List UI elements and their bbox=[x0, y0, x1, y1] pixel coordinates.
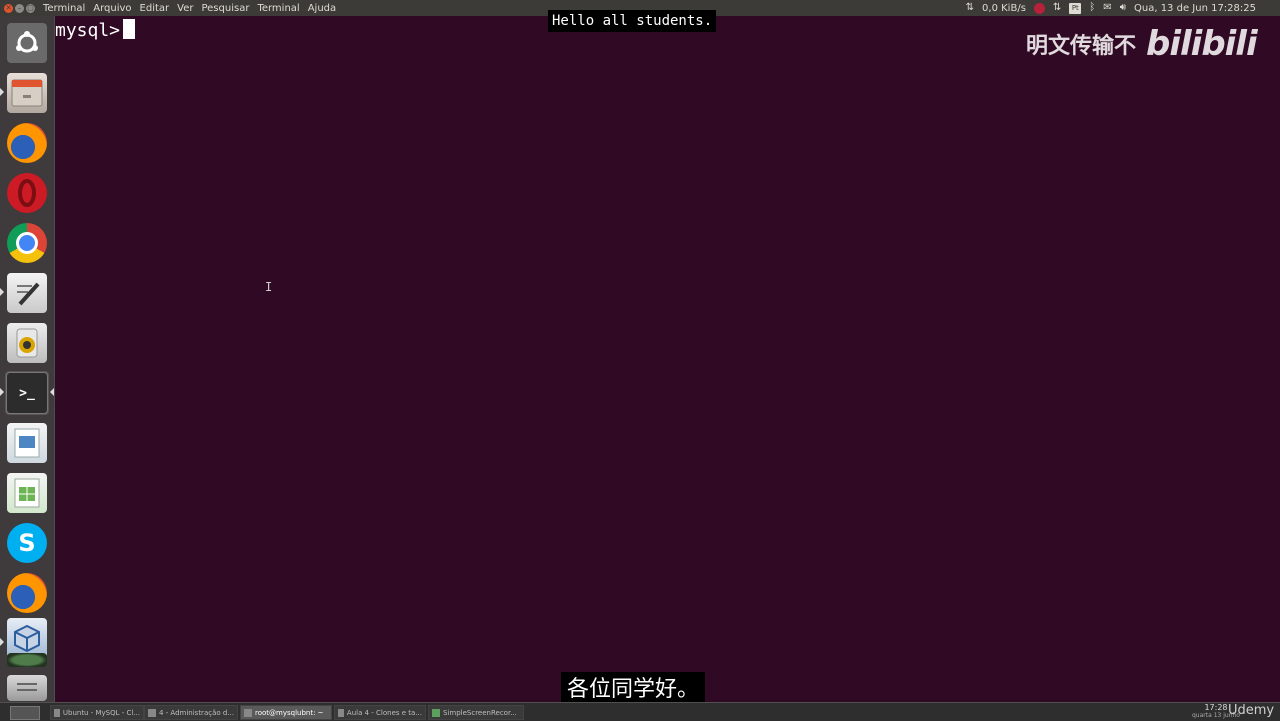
minimize-window-button[interactable]: – bbox=[15, 3, 24, 13]
rhythmbox-icon bbox=[7, 323, 47, 363]
launcher-calc[interactable] bbox=[5, 471, 49, 515]
record-icon[interactable] bbox=[1033, 2, 1045, 14]
firefox-icon bbox=[7, 573, 47, 613]
taskbar-window-label: Aula 4 - Clones e ta... bbox=[346, 708, 422, 717]
chrome-icon bbox=[7, 223, 47, 263]
taskbar-window-1[interactable]: Ubuntu - MySQL - Cl... bbox=[50, 705, 144, 720]
english-subtitle: Hello all students. bbox=[548, 10, 717, 32]
menu-arquivo[interactable]: Arquivo bbox=[93, 3, 131, 14]
taskbar-clock-time: 17:28 bbox=[1204, 703, 1228, 712]
window-icon bbox=[54, 708, 60, 717]
taskbar-window-label: Ubuntu - MySQL - Cl... bbox=[62, 708, 140, 717]
launcher-chrome[interactable] bbox=[5, 221, 49, 265]
running-indicator bbox=[0, 288, 4, 296]
net-speed[interactable]: 0,0 KiB/s bbox=[982, 3, 1026, 14]
network-icon[interactable]: ⇅ bbox=[1053, 0, 1061, 16]
bilibili-logo: bilibili bbox=[1146, 24, 1258, 64]
system-indicators: ⇅ 0,0 KiB/s ⇅ Pt ᛒ ✉ 🔊︎ Qua, 13 de Jun 1… bbox=[966, 0, 1256, 16]
running-indicator bbox=[0, 638, 4, 646]
launcher-terminal[interactable]: >_ bbox=[5, 371, 49, 415]
bilibili-watermark: 明文传输不 bilibili bbox=[1026, 24, 1258, 64]
menu-terminal[interactable]: Terminal bbox=[257, 3, 299, 14]
menu-ver[interactable]: Ver bbox=[177, 3, 193, 14]
window-icon bbox=[244, 708, 252, 717]
terminal-prompt[interactable]: mysql> bbox=[55, 19, 136, 42]
launcher-text-editor[interactable] bbox=[5, 271, 49, 315]
taskbar-window-4[interactable]: Aula 4 - Clones e ta... bbox=[334, 705, 426, 720]
launcher: >_ S bbox=[0, 16, 55, 704]
impress-icon bbox=[7, 423, 47, 463]
active-indicator bbox=[50, 388, 54, 396]
running-indicator bbox=[0, 388, 4, 396]
menu-ajuda[interactable]: Ajuda bbox=[308, 3, 336, 14]
launcher-opera[interactable] bbox=[5, 171, 49, 215]
show-desktop-button[interactable] bbox=[10, 706, 40, 720]
taskbar-window-5[interactable]: SimpleScreenRecor... bbox=[428, 705, 524, 720]
opera-icon bbox=[7, 173, 47, 213]
window-controls: ✕ – □ bbox=[0, 3, 35, 13]
text-editor-icon bbox=[7, 273, 47, 313]
menu-editar[interactable]: Editar bbox=[140, 3, 170, 14]
launcher-files[interactable] bbox=[5, 71, 49, 115]
workspace-icon bbox=[7, 653, 47, 667]
menu-terminal-app[interactable]: Terminal bbox=[43, 3, 85, 14]
firefox-icon bbox=[7, 123, 47, 163]
text-cursor bbox=[123, 19, 136, 39]
launcher-trash[interactable] bbox=[5, 674, 49, 702]
launcher-impress[interactable] bbox=[5, 421, 49, 465]
running-indicator bbox=[0, 88, 4, 96]
terminal-icon: >_ bbox=[6, 372, 48, 414]
mouse-ibeam-cursor-icon: I bbox=[265, 280, 273, 294]
launcher-rhythmbox[interactable] bbox=[5, 321, 49, 365]
files-icon bbox=[7, 73, 47, 113]
launcher-workspace-switcher[interactable] bbox=[5, 650, 49, 670]
menu-bar: Terminal Arquivo Editar Ver Pesquisar Te… bbox=[43, 3, 336, 14]
taskbar-window-label: SimpleScreenRecor... bbox=[443, 708, 517, 717]
launcher-skype[interactable]: S bbox=[5, 521, 49, 565]
taskbar-window-label: root@mysqlubnt: ~ bbox=[255, 708, 324, 717]
udemy-logo: Udemy bbox=[1228, 703, 1275, 718]
launcher-firefox-2[interactable] bbox=[5, 571, 49, 615]
maximize-window-button[interactable]: □ bbox=[26, 3, 35, 13]
window-icon bbox=[148, 708, 156, 717]
windows-taskbar: Ubuntu - MySQL - Cl... 4 - Administração… bbox=[0, 702, 1280, 721]
spreadsheet-icon bbox=[7, 473, 47, 513]
taskbar-window-2[interactable]: 4 - Administração d... bbox=[144, 705, 238, 720]
close-window-button[interactable]: ✕ bbox=[4, 3, 13, 13]
trash-icon bbox=[7, 675, 47, 701]
ubuntu-dash-button[interactable] bbox=[5, 21, 49, 65]
watermark-text: 明文传输不 bbox=[1026, 34, 1137, 59]
keyboard-layout-indicator[interactable]: Pt bbox=[1069, 2, 1082, 14]
clock-datetime[interactable]: Qua, 13 de Jun 17:28:25 bbox=[1134, 3, 1256, 14]
menu-pesquisar[interactable]: Pesquisar bbox=[201, 3, 249, 14]
skype-icon: S bbox=[7, 523, 47, 563]
launcher-firefox[interactable] bbox=[5, 121, 49, 165]
prompt-text: mysql> bbox=[55, 20, 121, 41]
window-icon bbox=[338, 708, 344, 717]
ubuntu-logo-icon bbox=[7, 23, 47, 63]
mail-icon[interactable]: ✉ bbox=[1103, 0, 1111, 16]
bluetooth-icon[interactable]: ᛒ bbox=[1089, 0, 1095, 16]
window-icon bbox=[432, 708, 440, 717]
taskbar-window-3[interactable]: root@mysqlubnt: ~ bbox=[240, 705, 332, 720]
transfer-arrows-icon[interactable]: ⇅ bbox=[966, 0, 974, 16]
volume-icon[interactable]: 🔊︎ bbox=[1120, 0, 1126, 16]
taskbar-window-label: 4 - Administração d... bbox=[158, 708, 234, 717]
